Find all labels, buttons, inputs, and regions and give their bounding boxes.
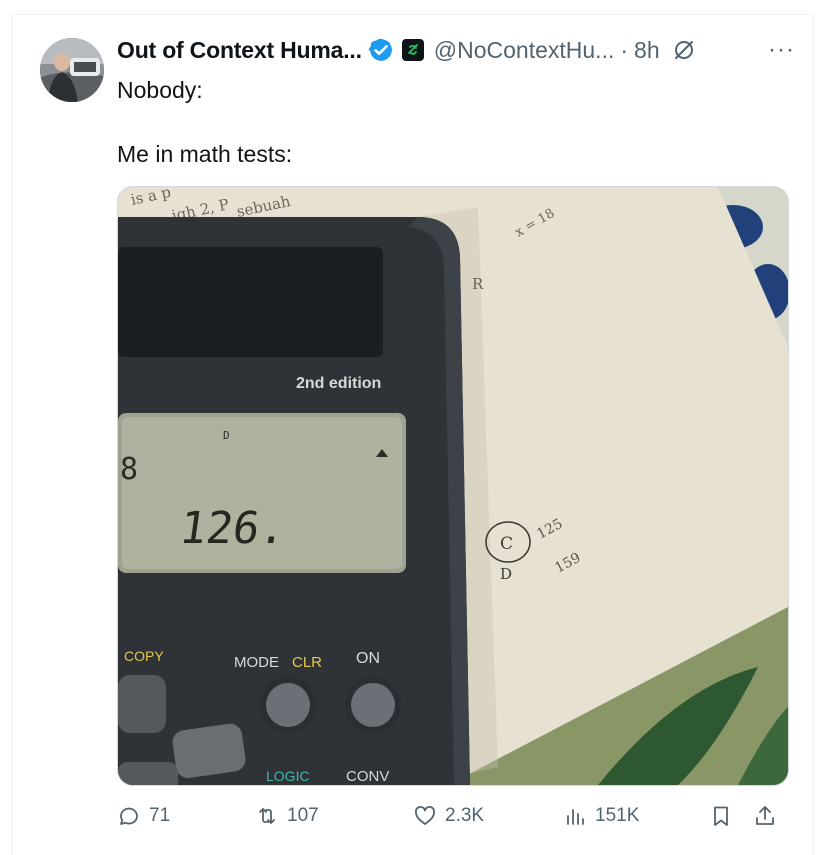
- reply-count: 71: [149, 805, 171, 826]
- action-bar: 71 107 2.3K 151K: [117, 804, 787, 838]
- bookmark-button[interactable]: [709, 804, 733, 828]
- reply-button[interactable]: 71: [117, 804, 170, 828]
- more-options-icon[interactable]: ···: [768, 38, 795, 62]
- grok-icon[interactable]: [672, 38, 696, 62]
- paper-text-5: R: [472, 275, 484, 293]
- screen-value: 126.: [176, 503, 289, 554]
- share-button[interactable]: [753, 804, 777, 828]
- key-copy-label: COPY: [124, 648, 164, 664]
- bookmark-icon: [714, 806, 728, 826]
- key-logic-label: LOGIC: [266, 768, 310, 784]
- calculator-photo: is a p igh 2, P sebuah x = 18 R C 125 D …: [118, 187, 788, 785]
- repost-count: 107: [287, 805, 319, 826]
- avatar[interactable]: [40, 38, 104, 102]
- views-chart-icon: [567, 809, 584, 825]
- reply-icon: [120, 807, 138, 825]
- like-count: 2.3K: [445, 805, 485, 826]
- option-c-label: C: [500, 534, 513, 554]
- affiliate-logo-icon[interactable]: [401, 39, 424, 61]
- verified-badge-icon[interactable]: [368, 37, 394, 63]
- views-count: 151K: [595, 805, 640, 826]
- views-button[interactable]: 151K: [563, 804, 639, 828]
- option-d-label: D: [500, 565, 512, 583]
- share-icon: [756, 806, 774, 825]
- repost-icon: [259, 808, 275, 824]
- screen-small-digit: 8: [120, 452, 138, 487]
- repost-button[interactable]: 107: [255, 804, 319, 828]
- key-mode-label: MODE: [234, 654, 279, 671]
- avatar-image: [40, 38, 104, 102]
- tweet-media[interactable]: is a p igh 2, P sebuah x = 18 R C 125 D …: [117, 186, 789, 786]
- handle[interactable]: @NoContextHu...: [434, 37, 615, 64]
- key-clr-label: CLR: [292, 654, 322, 671]
- like-button[interactable]: 2.3K: [413, 804, 484, 828]
- model-label: 2nd edition: [296, 375, 381, 392]
- screen-indicator: D: [223, 429, 230, 442]
- key-conv-label: CONV: [346, 768, 389, 785]
- heart-icon: [415, 806, 435, 825]
- separator-dot: ·: [620, 36, 629, 63]
- key-on-label: ON: [356, 650, 380, 667]
- tweet-text: Nobody: Me in math tests:: [117, 77, 293, 167]
- timestamp[interactable]: 8h: [634, 37, 660, 64]
- display-name[interactable]: Out of Context Huma...: [117, 37, 362, 64]
